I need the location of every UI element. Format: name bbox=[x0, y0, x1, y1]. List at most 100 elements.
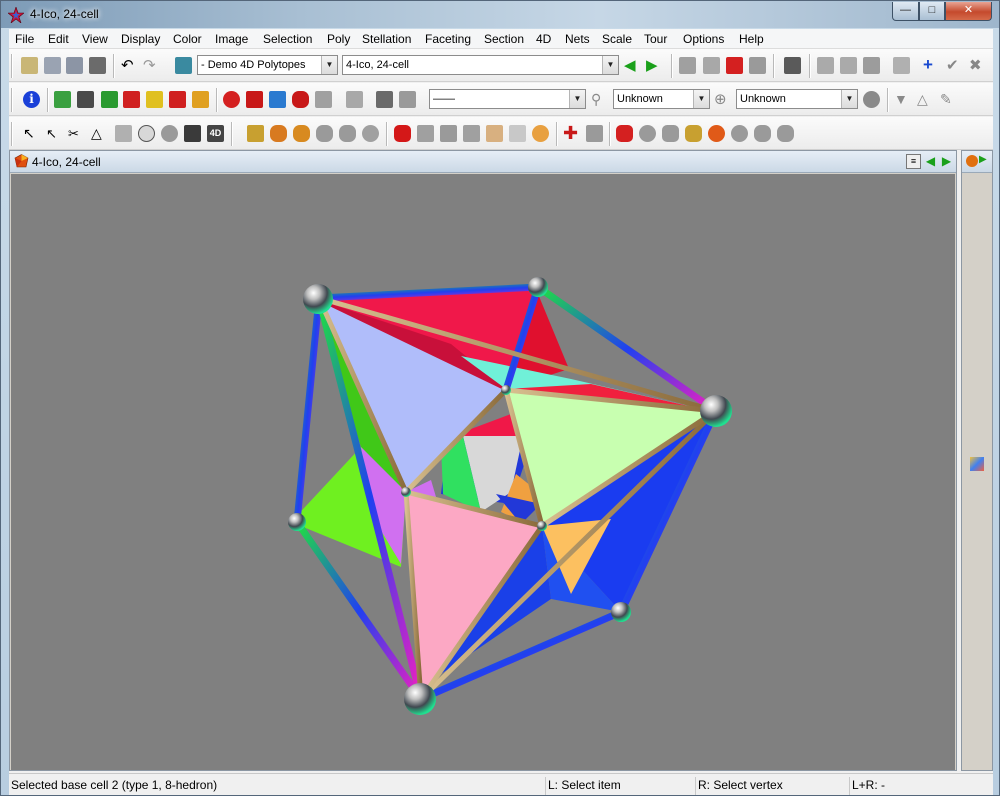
edit-grid-icon[interactable] bbox=[817, 57, 834, 74]
grey-star-icon[interactable] bbox=[316, 125, 333, 142]
menu-tour[interactable]: Tour bbox=[644, 32, 667, 46]
grid-select-icon[interactable] bbox=[123, 91, 140, 108]
menu-faceting[interactable]: Faceting bbox=[425, 32, 471, 46]
menu-4d[interactable]: 4D bbox=[536, 32, 551, 46]
filter-icon[interactable]: ▼ bbox=[894, 91, 911, 108]
menu-scale[interactable]: Scale bbox=[602, 32, 632, 46]
view-options-icon[interactable]: ≡ bbox=[906, 154, 921, 169]
vertex-sphere[interactable] bbox=[404, 683, 436, 715]
layer-icon[interactable] bbox=[376, 91, 393, 108]
shape-tool-icon[interactable] bbox=[679, 57, 696, 74]
red-polyhedron-icon[interactable] bbox=[616, 125, 633, 142]
vertex-sphere[interactable] bbox=[537, 521, 547, 531]
triangle-ruler-icon[interactable]: △ bbox=[91, 125, 108, 142]
line-style-select[interactable]: —— ▼ bbox=[429, 89, 586, 109]
pointer-icon[interactable]: ↖ bbox=[23, 125, 40, 142]
3d-viewport[interactable] bbox=[11, 174, 955, 770]
menu-section[interactable]: Section bbox=[484, 32, 524, 46]
maximize-button[interactable]: □ bbox=[919, 2, 945, 21]
doc-next-icon[interactable]: ▶ bbox=[939, 154, 954, 169]
orange-solid-icon[interactable] bbox=[270, 125, 287, 142]
menu-edit[interactable]: Edit bbox=[48, 32, 69, 46]
red-cube-icon[interactable] bbox=[726, 57, 743, 74]
grey-cube-icon[interactable] bbox=[346, 91, 363, 108]
side-panel-next-icon[interactable]: ▶ bbox=[979, 154, 987, 165]
grey-polyhedron-icon[interactable] bbox=[662, 125, 679, 142]
chevron-down-icon[interactable]: ▼ bbox=[841, 90, 857, 108]
sphere-tool-icon[interactable] bbox=[863, 91, 880, 108]
menu-view[interactable]: View bbox=[82, 32, 108, 46]
add-icon[interactable]: + bbox=[923, 56, 940, 74]
spring-icon[interactable] bbox=[184, 125, 201, 142]
menu-display[interactable]: Display bbox=[121, 32, 160, 46]
red-gear-icon[interactable] bbox=[223, 91, 240, 108]
undo-icon[interactable]: ↶ bbox=[121, 57, 138, 74]
pencil-vertex-icon[interactable] bbox=[54, 91, 71, 108]
cube-tool-icon[interactable] bbox=[703, 57, 720, 74]
document-title-bar[interactable]: 4-Ico, 24-cell ≡ ◀ ▶ bbox=[10, 151, 956, 173]
list-icon[interactable] bbox=[784, 57, 801, 74]
gear-icon[interactable] bbox=[161, 125, 178, 142]
menu-options[interactable]: Options bbox=[683, 32, 724, 46]
vertex-sphere[interactable] bbox=[303, 284, 333, 314]
chevron-down-icon[interactable]: ▼ bbox=[321, 56, 337, 74]
multicolor-polyhedron-icon[interactable] bbox=[685, 125, 702, 142]
app-star-icon[interactable] bbox=[8, 7, 24, 23]
cancel-icon[interactable]: ✖ bbox=[969, 57, 986, 74]
menu-file[interactable]: File bbox=[15, 32, 34, 46]
mushroom-icon[interactable]: ⚲ bbox=[591, 91, 608, 108]
doc-previous-icon[interactable]: ◀ bbox=[923, 154, 938, 169]
grey-ball-2-icon[interactable] bbox=[731, 125, 748, 142]
polytope-render[interactable] bbox=[11, 174, 955, 770]
orange-polyhedron-icon[interactable] bbox=[966, 155, 978, 167]
grey-hammer-icon[interactable] bbox=[586, 125, 603, 142]
symmetry-select-1[interactable]: Unknown ▼ bbox=[613, 89, 710, 109]
next-arrow-icon[interactable]: ▶ bbox=[646, 57, 663, 74]
blue-cross-icon[interactable] bbox=[269, 91, 286, 108]
menu-selection[interactable]: Selection bbox=[263, 32, 312, 46]
eraser-icon[interactable]: ✎ bbox=[940, 91, 957, 108]
minimize-button[interactable]: — bbox=[892, 2, 919, 21]
delete-shape-icon[interactable] bbox=[749, 57, 766, 74]
chevron-down-icon[interactable]: ▼ bbox=[569, 90, 585, 108]
diamond-icon[interactable] bbox=[486, 125, 503, 142]
menu-image[interactable]: Image bbox=[215, 32, 248, 46]
info-icon[interactable]: i bbox=[23, 91, 40, 108]
side-panel-header[interactable]: ▶ bbox=[962, 151, 992, 173]
dots-circle-icon[interactable] bbox=[138, 125, 155, 142]
vertex-sphere[interactable] bbox=[611, 602, 631, 622]
grey-ball-icon[interactable] bbox=[639, 125, 656, 142]
orange-star-icon[interactable] bbox=[293, 125, 310, 142]
grey-ball-3-icon[interactable] bbox=[754, 125, 771, 142]
red-plus-icon[interactable]: ✚ bbox=[563, 124, 580, 142]
vertex-sphere[interactable] bbox=[501, 385, 511, 395]
chevron-down-icon[interactable]: ▼ bbox=[602, 56, 618, 74]
print-icon[interactable] bbox=[89, 57, 106, 74]
save-icon[interactable] bbox=[44, 57, 61, 74]
save-as-icon[interactable] bbox=[66, 57, 83, 74]
check-icon[interactable]: ✔ bbox=[946, 57, 963, 74]
chevron-down-icon[interactable]: ▼ bbox=[693, 90, 709, 108]
multi-pointer-icon[interactable]: ↖ bbox=[46, 125, 63, 142]
red-pentagon-2-icon[interactable] bbox=[394, 125, 411, 142]
colored-cube-icon[interactable] bbox=[970, 457, 984, 471]
grey-arrows-icon[interactable] bbox=[417, 125, 434, 142]
menu-color[interactable]: Color bbox=[173, 32, 202, 46]
link-cells-icon[interactable] bbox=[169, 91, 186, 108]
grey-burst-icon[interactable] bbox=[339, 125, 356, 142]
polytope-select[interactable]: 4-Ico, 24-cell ▼ bbox=[342, 55, 619, 75]
menu-stellation[interactable]: Stellation bbox=[362, 32, 411, 46]
solid-icon[interactable] bbox=[247, 125, 264, 142]
edge[interactable] bbox=[293, 294, 323, 526]
grey-sparkle-icon[interactable] bbox=[440, 125, 457, 142]
symmetry-select-2[interactable]: Unknown ▼ bbox=[736, 89, 858, 109]
menu-nets[interactable]: Nets bbox=[565, 32, 590, 46]
grey-ball-4-icon[interactable] bbox=[777, 125, 794, 142]
lock-icon[interactable] bbox=[77, 91, 94, 108]
vertex-sphere[interactable] bbox=[528, 277, 548, 297]
library-icon[interactable] bbox=[175, 57, 192, 74]
arch-icon[interactable] bbox=[101, 91, 118, 108]
scissors-icon[interactable]: ✂ bbox=[68, 125, 85, 142]
title-bar[interactable]: 4-Ico, 24-cell — □ ✕ bbox=[1, 1, 999, 28]
vertex-sphere[interactable] bbox=[288, 513, 306, 531]
